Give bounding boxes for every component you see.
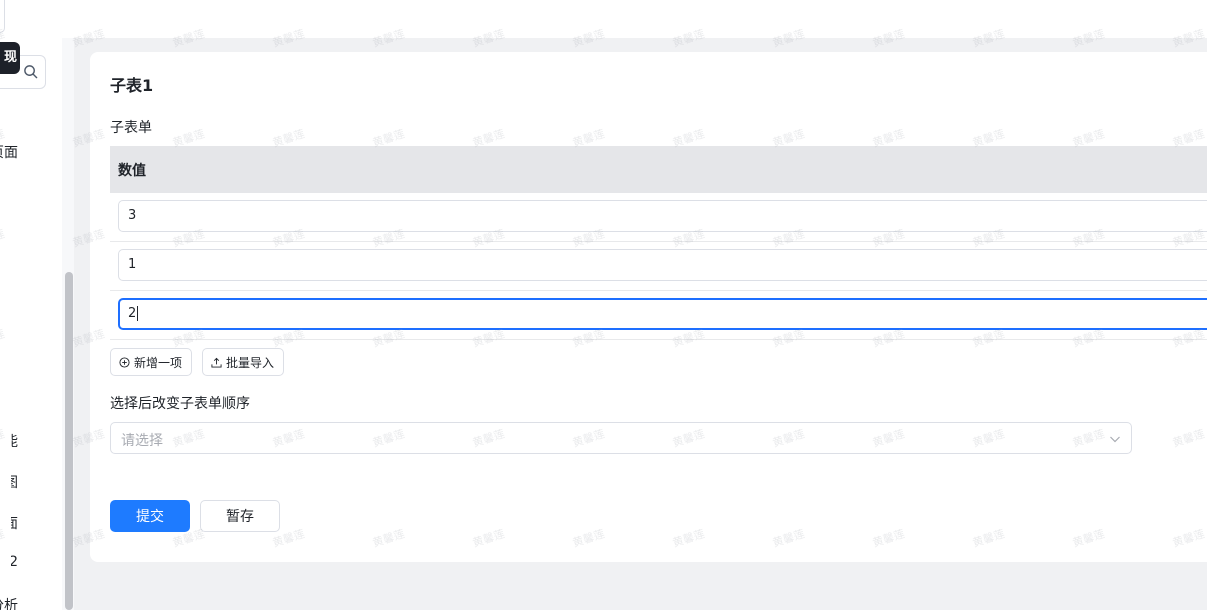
form-title: 子表1 bbox=[110, 76, 154, 95]
table-row: 1 bbox=[110, 242, 1207, 291]
tooltip-text: 现 bbox=[3, 50, 17, 65]
value-input[interactable]: 1 bbox=[118, 249, 1207, 281]
sidebar-item-label: 图 bbox=[11, 475, 18, 491]
sidebar-item-2[interactable]: 能 bbox=[11, 431, 18, 451]
subtable-label: 子表单 bbox=[110, 120, 152, 136]
tooltip: 现 bbox=[0, 42, 20, 74]
sidebar-item-analysis[interactable]: 分析 bbox=[0, 595, 18, 610]
table-row: 2 bbox=[110, 291, 1207, 340]
plus-circle-icon bbox=[119, 356, 130, 368]
top-bar bbox=[0, 0, 1207, 38]
value-input-text: 3 bbox=[128, 208, 137, 223]
sidebar-item-page[interactable]: 页面 bbox=[0, 142, 18, 162]
sidebar-item-label: 分析 bbox=[0, 598, 18, 610]
upload-icon bbox=[211, 357, 222, 368]
top-bar-tab-edge bbox=[0, 0, 5, 33]
batch-import-label: 批量导入 bbox=[226, 355, 275, 370]
column-header-value: 数值 bbox=[118, 163, 146, 179]
subtable-header: 数值 bbox=[110, 146, 1207, 193]
sidebar-item-label: 能 bbox=[11, 434, 18, 450]
sidebar-scrollbar-thumb[interactable] bbox=[65, 272, 73, 610]
sidebar-item-5[interactable]: 2 bbox=[11, 554, 18, 570]
value-input[interactable]: 3 bbox=[118, 200, 1207, 232]
select-placeholder: 请选择 bbox=[121, 433, 163, 449]
submit-button[interactable]: 提交 bbox=[110, 500, 190, 532]
sidebar-item-4[interactable]: 面 bbox=[11, 513, 18, 533]
sidebar-item-label: 页面 bbox=[0, 145, 18, 161]
text-caret bbox=[137, 306, 139, 321]
sidebar: 页面 能 图 面 2 分析 bbox=[0, 38, 63, 610]
value-input-text: 2 bbox=[128, 306, 137, 321]
chevron-down-icon bbox=[1110, 436, 1120, 443]
search-icon[interactable] bbox=[23, 64, 38, 79]
reorder-label: 选择后改变子表单顺序 bbox=[110, 396, 250, 412]
table-row: 3 bbox=[110, 193, 1207, 242]
value-input-focused[interactable]: 2 bbox=[118, 298, 1207, 330]
sidebar-item-label: 面 bbox=[11, 516, 18, 532]
value-input-text: 1 bbox=[128, 257, 137, 272]
batch-import-button[interactable]: 批量导入 bbox=[202, 348, 284, 376]
sidebar-item-3[interactable]: 图 bbox=[11, 472, 18, 492]
sidebar-item-label: 2 bbox=[11, 554, 18, 570]
reorder-select[interactable]: 请选择 bbox=[110, 422, 1132, 454]
add-item-label: 新增一项 bbox=[134, 355, 183, 370]
form-card: 子表1 子表单 数值 3 1 2 新增一项 批量导入 选择后改变子表单顺序 请选… bbox=[90, 52, 1207, 562]
add-item-button[interactable]: 新增一项 bbox=[110, 348, 192, 376]
save-draft-button[interactable]: 暂存 bbox=[200, 500, 280, 532]
